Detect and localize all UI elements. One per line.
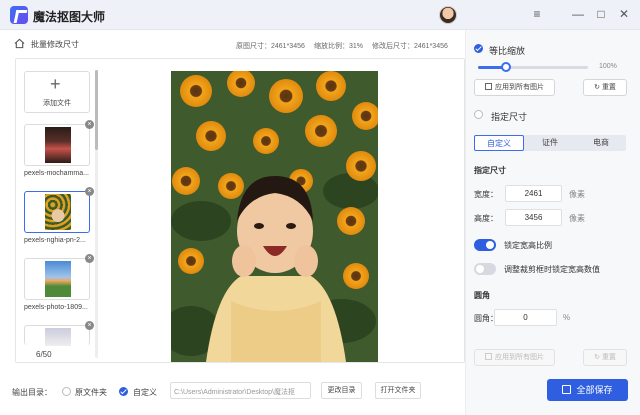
corner-section-title: 圆角 xyxy=(474,291,490,300)
width-input[interactable]: 2461 xyxy=(505,185,562,202)
scale-ratio: 缩放比例：31% xyxy=(314,43,364,50)
app-title: 魔法抠图大师 xyxy=(33,10,106,24)
corner-input[interactable]: 0 xyxy=(494,309,557,326)
lock-crop-label: 调整裁剪框时锁定宽高数值 xyxy=(504,265,600,274)
scale-slider[interactable] xyxy=(478,62,588,72)
editor-header: 批量修改尺寸 原图尺寸：2461*3456 缩放比例：31% 修改后尺寸：246… xyxy=(0,30,465,58)
lock-crop-toggle[interactable] xyxy=(474,263,496,275)
minimize-icon[interactable]: — xyxy=(571,7,585,21)
size-tabs: 自定义 证件 电商 xyxy=(474,135,626,151)
original-folder-label: 原文件夹 xyxy=(75,388,107,397)
remove-file-icon[interactable]: × xyxy=(85,321,94,330)
original-size: 原图尺寸：2461*3456 xyxy=(236,43,305,50)
title-bar: 魔法抠图大师 ≡ — □ ✕ xyxy=(0,0,640,30)
refresh-icon: ↻ xyxy=(594,354,600,361)
apply-all-button[interactable]: 应用到所有图片 xyxy=(474,79,555,96)
close-icon[interactable]: ✕ xyxy=(617,7,631,21)
reset-label: 重置 xyxy=(601,84,616,91)
add-file-button[interactable]: + 添加文件 xyxy=(24,71,90,113)
batch-resize-label: 批量修改尺寸 xyxy=(31,40,79,49)
file-name: pexels-photo-1809... xyxy=(24,304,88,311)
thumbnail-image xyxy=(45,328,71,346)
reset-label: 重置 xyxy=(601,354,616,361)
file-name: pexels-nghia-pn-2... xyxy=(24,237,86,244)
specify-size-radio[interactable] xyxy=(474,110,483,119)
app-logo-icon xyxy=(10,6,28,24)
slider-handle[interactable] xyxy=(500,62,511,72)
corner-unit: % xyxy=(563,313,571,322)
output-dir-label: 输出目录： xyxy=(12,388,52,397)
proportional-radio[interactable] xyxy=(474,44,483,53)
add-file-label: 添加文件 xyxy=(43,100,71,107)
thumbnail-image xyxy=(45,127,71,163)
width-unit: 像素 xyxy=(569,190,585,199)
apply-all-button-disabled[interactable]: 应用到所有图片 xyxy=(474,349,555,366)
file-thumbnail[interactable]: × xyxy=(24,254,94,300)
modified-size: 修改后尺寸：2461*3456 xyxy=(372,43,448,50)
remove-file-icon[interactable]: × xyxy=(85,187,94,196)
width-label: 宽度： xyxy=(474,190,498,199)
apply-all-label: 应用到所有图片 xyxy=(495,354,544,361)
file-list-scrollbar[interactable] xyxy=(95,70,98,358)
thumbnail-image xyxy=(45,194,71,230)
size-section-title: 指定尺寸 xyxy=(474,166,506,175)
reset-button[interactable]: ↻ 重置 xyxy=(583,79,627,96)
home-icon[interactable] xyxy=(14,38,25,49)
tab-id-photo[interactable]: 证件 xyxy=(525,135,575,151)
height-label: 高度： xyxy=(474,214,498,223)
user-avatar[interactable] xyxy=(439,6,457,24)
save-all-button[interactable]: 全部保存 xyxy=(547,379,628,401)
preview-photo xyxy=(171,71,378,362)
file-count: 6/50 xyxy=(36,350,52,359)
file-thumbnail-selected[interactable]: × xyxy=(24,187,94,233)
custom-folder-label: 自定义 xyxy=(133,388,157,397)
file-thumbnail[interactable]: × xyxy=(24,120,94,166)
image-preview[interactable] xyxy=(171,71,378,362)
copy-icon xyxy=(485,353,492,360)
maximize-icon[interactable]: □ xyxy=(594,7,608,21)
apply-all-label: 应用到所有图片 xyxy=(495,84,544,91)
file-name: pexels-mochamma... xyxy=(24,170,89,177)
height-unit: 像素 xyxy=(569,214,585,223)
scale-percent: 100% xyxy=(599,63,617,70)
save-all-label: 全部保存 xyxy=(576,385,613,395)
menu-icon[interactable]: ≡ xyxy=(530,7,544,21)
change-dir-button[interactable]: 更改目录 xyxy=(321,382,362,399)
remove-file-icon[interactable]: × xyxy=(85,120,94,129)
refresh-icon: ↻ xyxy=(594,84,600,91)
output-path-input[interactable]: C:\Users\Administrator\Desktop\魔法抠 xyxy=(170,382,311,399)
output-bar: 输出目录： 原文件夹 自定义 C:\Users\Administrator\De… xyxy=(0,378,465,402)
proportional-label: 等比缩放 xyxy=(489,46,526,56)
copy-icon xyxy=(485,83,492,90)
original-folder-radio[interactable] xyxy=(62,387,71,396)
plus-icon: + xyxy=(50,74,61,94)
save-icon xyxy=(562,385,572,394)
open-folder-button[interactable]: 打开文件夹 xyxy=(375,382,421,399)
reset-button-disabled[interactable]: ↻ 重置 xyxy=(583,349,627,366)
custom-folder-radio[interactable] xyxy=(119,387,128,396)
tab-ecommerce[interactable]: 电商 xyxy=(576,135,626,151)
remove-file-icon[interactable]: × xyxy=(85,254,94,263)
thumbnail-image xyxy=(45,261,71,297)
lock-ratio-label: 锁定宽高比例 xyxy=(504,241,552,250)
tab-custom[interactable]: 自定义 xyxy=(474,135,524,151)
file-thumbnail[interactable]: × xyxy=(24,321,94,346)
lock-ratio-toggle[interactable] xyxy=(474,239,496,251)
specify-size-label: 指定尺寸 xyxy=(491,112,528,122)
height-input[interactable]: 3456 xyxy=(505,209,562,226)
